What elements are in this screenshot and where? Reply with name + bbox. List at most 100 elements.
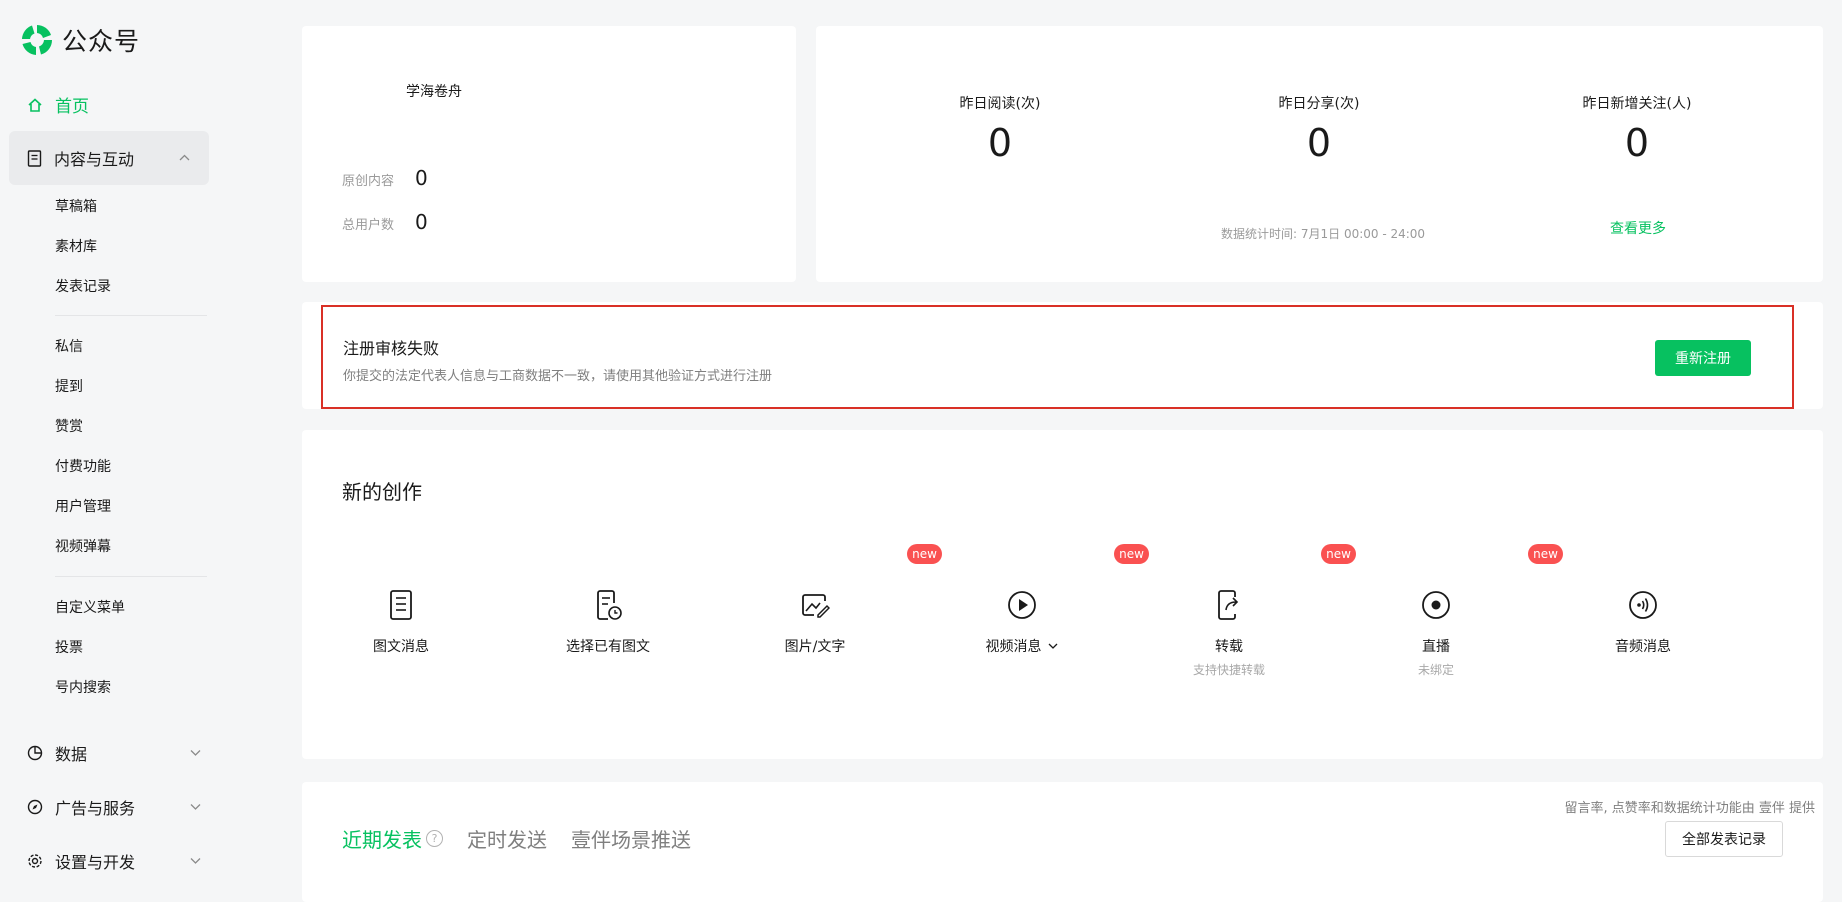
recent-publish-card: 留言率, 点赞率和数据统计功能由 壹伴 提供 近期发表 ? 定时发送 壹伴场景推… <box>302 782 1823 902</box>
tool-repost-label: 转载 <box>1215 639 1243 655</box>
tool-live[interactable]: 直播 未绑定 <box>1356 588 1516 678</box>
sidebar-item-vote[interactable]: 投票 <box>55 637 83 657</box>
chevron-down-icon <box>190 804 201 810</box>
alert-description: 你提交的法定代表人信息与工商数据不一致，请使用其他验证方式进行注册 <box>343 369 773 384</box>
sidebar-item-drafts[interactable]: 草稿箱 <box>55 196 97 216</box>
wechat-official-logo-icon <box>22 25 53 55</box>
metric-shares: 昨日分享(次) 0 <box>1209 93 1429 165</box>
tool-choose-existing[interactable]: 选择已有图文 <box>528 588 688 656</box>
logo[interactable]: 公众号 <box>19 22 140 58</box>
sidebar-divider <box>55 576 207 577</box>
audio-wave-icon <box>1629 591 1657 619</box>
total-users-value: 0 <box>415 210 428 234</box>
sidebar-item-rewards[interactable]: 赞赏 <box>55 416 83 436</box>
chevron-down-icon[interactable] <box>1047 640 1059 652</box>
sidebar-item-mentions[interactable]: 提到 <box>55 376 83 396</box>
chevron-down-icon <box>190 858 201 864</box>
tool-video-text: 视频消息 <box>985 639 1042 655</box>
nav-settings-dev[interactable]: 设置与开发 <box>27 849 201 873</box>
nav-content-label: 内容与互动 <box>54 150 135 169</box>
new-badge: new <box>1114 544 1149 564</box>
new-creation-card: 新的创作 new new new new 图文消息 选择已有图文 图片/文字 视… <box>302 430 1823 759</box>
yiban-note: 留言率, 点赞率和数据统计功能由 壹伴 提供 <box>1564 801 1815 816</box>
tab-recent-label: 近期发表 <box>342 828 422 852</box>
image-text-icon <box>802 594 830 618</box>
account-name: 学海卷舟 <box>406 84 462 100</box>
metric-follows: 昨日新增关注(人) 0 <box>1527 93 1747 165</box>
play-circle-icon <box>1008 591 1036 619</box>
logo-text: 公众号 <box>62 27 141 56</box>
sidebar-divider <box>55 315 207 316</box>
stats-time-note: 数据统计时间: 7月1日 00:00 - 24:00 <box>1221 227 1426 241</box>
nav-home[interactable]: 首页 <box>27 92 89 117</box>
recent-tabs: 近期发表 ? 定时发送 壹伴场景推送 <box>342 824 715 853</box>
tool-image-text-label: 图片/文字 <box>784 639 846 655</box>
sidebar-item-messages[interactable]: 私信 <box>55 336 83 356</box>
home-icon <box>28 97 42 112</box>
tool-article-label: 图文消息 <box>373 639 429 655</box>
sidebar-item-custom-menu[interactable]: 自定义菜单 <box>55 597 125 617</box>
tool-video[interactable]: 视频消息 <box>942 588 1102 656</box>
nav-data-label: 数据 <box>55 745 88 764</box>
compass-icon <box>27 799 43 815</box>
metric-follows-label: 昨日新增关注(人) <box>1582 96 1692 112</box>
tool-image-text[interactable]: 图片/文字 <box>735 588 895 656</box>
tool-repost-sub: 支持快捷转载 <box>1192 663 1265 677</box>
registration-failed-alert: 注册审核失败 你提交的法定代表人信息与工商数据不一致，请使用其他验证方式进行注册… <box>321 305 1794 409</box>
sidebar-item-publish-records[interactable]: 发表记录 <box>55 276 111 296</box>
metric-reads-label: 昨日阅读(次) <box>959 96 1041 112</box>
nav-data[interactable]: 数据 <box>27 741 201 765</box>
original-content-row: 原创内容 0 <box>342 166 428 190</box>
sidebar-item-video-danmaku[interactable]: 视频弹幕 <box>55 536 111 556</box>
tool-audio[interactable]: 音频消息 <box>1563 588 1723 656</box>
metric-shares-value: 0 <box>1306 121 1332 165</box>
article-icon <box>390 590 412 620</box>
tool-repost[interactable]: 转载 支持快捷转载 <box>1149 588 1309 678</box>
nav-ads-label: 广告与服务 <box>55 799 136 818</box>
sidebar-item-user-management[interactable]: 用户管理 <box>55 496 111 516</box>
new-creation-title: 新的创作 <box>342 480 422 504</box>
tab-yiban-scene-push[interactable]: 壹伴场景推送 <box>571 824 691 853</box>
re-register-button[interactable]: 重新注册 <box>1655 340 1751 376</box>
nav-settings-label: 设置与开发 <box>55 853 136 872</box>
tab-scheduled[interactable]: 定时发送 <box>467 824 547 853</box>
nav-home-label: 首页 <box>55 97 89 117</box>
original-content-value: 0 <box>415 166 428 190</box>
sidebar: 公众号 首页 内容与互动 草稿箱 素材库 发表记录 私信 提到 赞赏 付费功能 … <box>0 0 212 877</box>
metric-shares-label: 昨日分享(次) <box>1278 96 1360 112</box>
sidebar-item-materials[interactable]: 素材库 <box>55 236 97 256</box>
share-document-icon <box>1218 590 1239 620</box>
tool-audio-label: 音频消息 <box>1615 639 1671 655</box>
new-badge: new <box>1528 544 1563 564</box>
metric-follows-value: 0 <box>1624 121 1650 165</box>
total-users-row: 总用户数 0 <box>342 210 428 234</box>
stats-card: 昨日阅读(次) 0 昨日分享(次) 0 昨日新增关注(人) 0 数据统计时间: … <box>816 26 1823 282</box>
account-card: 学海卷舟 原创内容 0 总用户数 0 <box>302 26 796 282</box>
tool-live-sub: 未绑定 <box>1417 663 1454 677</box>
original-content-label: 原创内容 <box>342 174 395 189</box>
tab-recent-published[interactable]: 近期发表 ? <box>342 824 443 853</box>
metric-reads-value: 0 <box>987 121 1013 165</box>
new-badge: new <box>907 544 942 564</box>
pie-chart-icon <box>27 745 43 761</box>
tool-video-label: 视频消息 <box>986 636 1059 656</box>
gear-icon <box>28 854 42 868</box>
metric-reads: 昨日阅读(次) 0 <box>890 93 1110 165</box>
live-record-icon <box>1422 591 1450 619</box>
document-clock-icon <box>597 590 622 620</box>
document-icon <box>27 149 42 167</box>
all-publish-records-button[interactable]: 全部发表记录 <box>1665 821 1783 857</box>
tool-choose-existing-label: 选择已有图文 <box>566 639 650 655</box>
nav-content-interaction[interactable]: 内容与互动 <box>9 131 209 185</box>
sidebar-item-in-account-search[interactable]: 号内搜索 <box>55 677 111 697</box>
total-users-label: 总用户数 <box>342 218 395 233</box>
nav-ads-services[interactable]: 广告与服务 <box>27 795 201 819</box>
help-icon[interactable]: ? <box>426 830 443 847</box>
chevron-up-icon <box>179 154 190 161</box>
chevron-down-icon <box>190 750 201 756</box>
tool-live-label: 直播 <box>1422 639 1450 655</box>
sidebar-item-paid-features[interactable]: 付费功能 <box>55 456 111 476</box>
view-more-link[interactable]: 查看更多 <box>1610 218 1666 238</box>
tool-article[interactable]: 图文消息 <box>321 588 481 656</box>
new-badge: new <box>1321 544 1356 564</box>
